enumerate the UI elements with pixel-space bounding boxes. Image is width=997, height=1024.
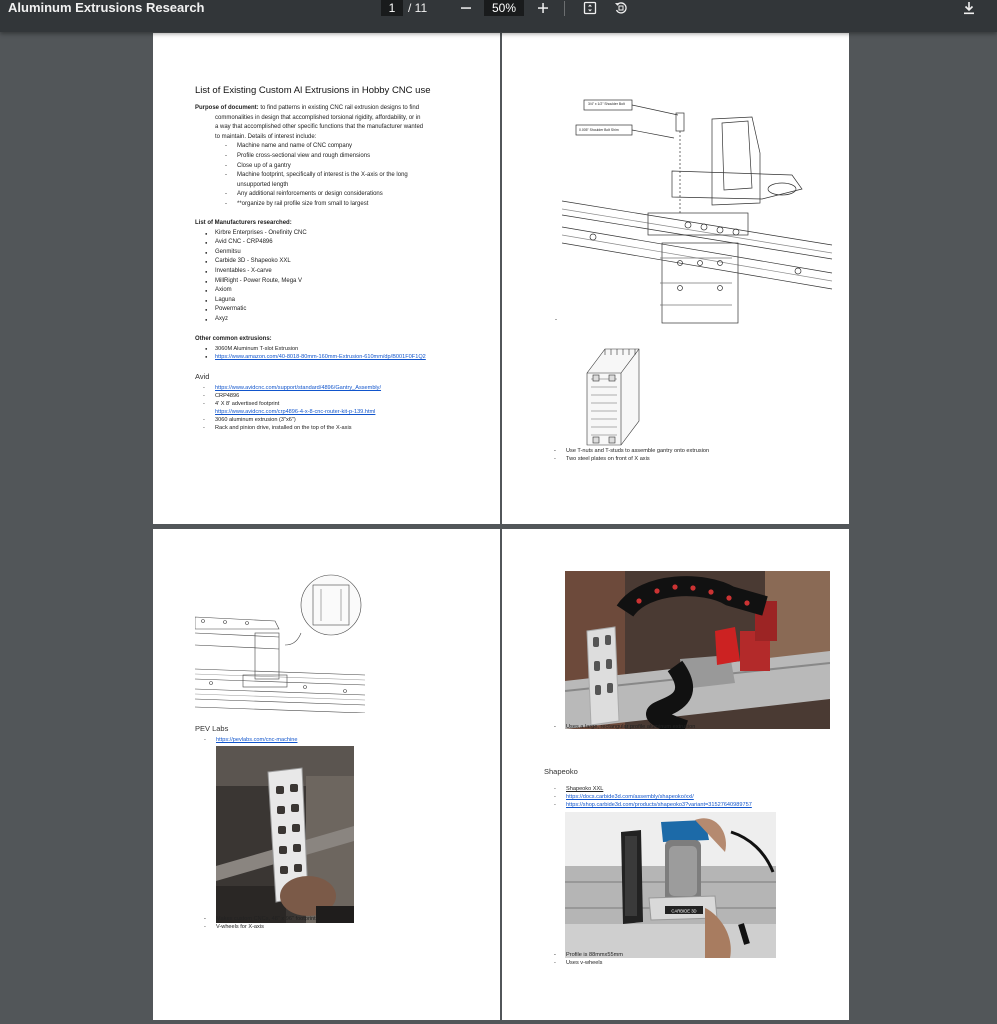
purpose-line-4: to maintain. Details of interest include… <box>215 133 317 140</box>
purpose-line-3: a way that accomplished other specific f… <box>215 124 424 131</box>
avid-heading: Avid <box>195 372 210 381</box>
list-item: Axyz <box>203 315 307 325</box>
list-item: Laguna <box>203 296 307 306</box>
details-list-cont: Any additional reinforcements or design … <box>225 190 383 209</box>
rotate-icon <box>615 2 627 14</box>
list-item: 4' X 8' advertised footprint <box>203 400 381 408</box>
shapeoko-heading: Shapeoko <box>544 767 578 776</box>
cable-chain-gantry-photo <box>565 571 830 729</box>
list-item: Machine footprint, specifically of inter… <box>225 171 408 181</box>
pev-extrusion-photo <box>216 746 354 923</box>
fit-to-page-button[interactable] <box>579 0 601 16</box>
zoom-out-button[interactable] <box>455 0 477 16</box>
shapeoko-router-photo: CARBIDE 3D <box>565 812 776 958</box>
list-item: Axiom <box>203 286 307 296</box>
list-item: Genmitsu <box>203 248 307 258</box>
download-button[interactable] <box>958 0 980 16</box>
other-extrusions-heading: Other common extrusions: <box>195 336 272 342</box>
minus-icon <box>461 7 471 9</box>
pdf-page-1: List of Existing Custom Al Extrusions in… <box>153 33 500 524</box>
carbide-badge-text: CARBIDE 3D <box>671 909 696 914</box>
gantry-rail-drawing <box>195 574 365 713</box>
list-item: Profile cross-sectional view and rough d… <box>225 152 408 162</box>
list-item: Profile is 88mmx55mm <box>554 951 623 959</box>
shapeoko-links: Shapeoko XXL https://docs.carbide3d.com/… <box>554 785 752 809</box>
extrusion-profile-drawing <box>586 348 640 446</box>
document-heading: List of Existing Custom Al Extrusions in… <box>195 85 431 96</box>
list-item: Machine name and name of CNC company <box>225 142 408 152</box>
list-item: CRP4896 <box>203 392 381 400</box>
list-item[interactable]: https://www.amazon.com/40-8018-80mm-160m… <box>203 353 426 361</box>
purpose-line-1: Purpose of document: to find patterns in… <box>195 105 420 111</box>
list-item: Rack and pinion drive, installed on the … <box>203 424 352 432</box>
list-item[interactable]: https://docs.carbide3d.com/assembly/shap… <box>554 793 752 801</box>
list-item: 3060M Aluminum T-slot Extrusion <box>203 345 426 353</box>
list-item: Use T-nuts and T-studs to assemble gantr… <box>554 447 709 455</box>
page-total: / 11 <box>408 1 428 15</box>
callout-bolt-shim: 0.005" Shoulder Bolt Shim <box>579 128 619 132</box>
list-item: Powermatic <box>203 305 307 315</box>
other-extrusions-list: 3060M Aluminum T-slot Extrusion https://… <box>203 345 426 361</box>
pev-labs-heading: PEV Labs <box>195 724 229 733</box>
list-item: Makes custom CNCs, 48" x 96" footprint <box>204 915 316 923</box>
purpose-label: Purpose of document: <box>195 105 259 111</box>
page3-bullets: Makes custom CNCs, 48" x 96" footprint V… <box>204 915 316 931</box>
download-icon <box>964 2 974 15</box>
list-item[interactable]: https://shop.carbide3d.com/products/shap… <box>554 801 752 809</box>
pev-link-list: https://pevlabs.com/cnc-machine <box>204 736 297 744</box>
list-item: Carbide 3D - Shapeoko XXL <box>203 257 307 267</box>
list-item: Kirbre Enterprises - Onefinity CNC <box>203 229 307 239</box>
document-title: Aluminum Extrusions Research <box>8 0 205 15</box>
avid-list-cont: 3060 aluminum extrusion (3"x6") Rack and… <box>203 416 352 432</box>
carbide-shop-link[interactable]: https://shop.carbide3d.com/products/shap… <box>566 802 752 808</box>
list-item: Uses v-wheels <box>554 959 623 967</box>
fit-page-icon <box>583 1 597 15</box>
toolbar-divider <box>564 1 565 16</box>
list-item[interactable]: https://pevlabs.com/cnc-machine <box>204 736 297 744</box>
list-item: Any additional reinforcements or design … <box>225 190 383 200</box>
rotate-button[interactable] <box>610 0 632 16</box>
zoom-level-input[interactable]: 50% <box>484 0 524 16</box>
manufacturers-list: Kirbre Enterprises - Onefinity CNC Avid … <box>203 229 307 325</box>
list-item: Inventables - X-carve <box>203 267 307 277</box>
list-item: Two steel plates on front of X axis <box>554 455 709 463</box>
list-item: 3060 aluminum extrusion (3"x6") <box>203 416 352 424</box>
empty-bullet: - <box>555 317 557 323</box>
shapeoko-xxl-link[interactable]: Shapeoko XXL <box>566 786 603 792</box>
pdf-page-2: 3/4" x 1/2" Shoulder Bolt 0.005" Shoulde… <box>502 33 849 524</box>
list-item: **organize by rail profile size from sma… <box>225 200 383 210</box>
list-item: Avid CNC - CRP4896 <box>203 238 307 248</box>
purpose-line-2: commonalities in design that accomplishe… <box>215 114 421 121</box>
avid-gantry-link[interactable]: https://www.avidcnc.com/support/standard… <box>215 385 381 391</box>
carbide-docs-link[interactable]: https://docs.carbide3d.com/assembly/shap… <box>566 794 694 800</box>
manufacturers-heading: List of Manufacturers researched: <box>195 220 292 226</box>
list-item: Close up of a gantry <box>225 162 408 172</box>
details-continuation: unsupported length <box>237 181 289 188</box>
page-number-input[interactable]: 1 <box>381 0 403 16</box>
pdf-page-3: PEV Labs https://pevlabs.com/cnc-machine… <box>153 529 500 1020</box>
page4-bottom-bullets: Profile is 88mmx55mm Uses v-wheels <box>554 951 623 967</box>
page4-top-bullets: Uses a large, rectangular profile alumin… <box>554 723 695 731</box>
callout-shoulder-bolt: 3/4" x 1/2" Shoulder Bolt <box>588 102 625 106</box>
list-item[interactable]: https://www.avidcnc.com/support/standard… <box>203 384 381 392</box>
avid-list: https://www.avidcnc.com/support/standard… <box>203 384 381 408</box>
list-item[interactable]: Shapeoko XXL <box>554 785 752 793</box>
pev-labs-link[interactable]: https://pevlabs.com/cnc-machine <box>216 737 297 743</box>
zoom-in-button[interactable] <box>532 0 554 16</box>
plus-icon <box>538 3 548 13</box>
avid-kit-link[interactable]: https://www.avidcnc.com/crp4896-4-x-8-cn… <box>215 408 375 416</box>
list-item: V-wheels for X-axis <box>204 923 316 931</box>
list-item: MillRight - Power Route, Mega V <box>203 277 307 287</box>
amazon-extrusion-link[interactable]: https://www.amazon.com/40-8018-80mm-160m… <box>215 354 426 360</box>
viewer-toolbar: Aluminum Extrusions Research 1 / 11 50% <box>0 0 997 32</box>
details-list: Machine name and name of CNC company Pro… <box>225 142 408 180</box>
page2-bullets: Use T-nuts and T-studs to assemble gantr… <box>554 447 709 463</box>
list-item: Uses a large, rectangular profile alumin… <box>554 723 695 731</box>
pdf-page-4: Uses a large, rectangular profile alumin… <box>502 529 849 1020</box>
